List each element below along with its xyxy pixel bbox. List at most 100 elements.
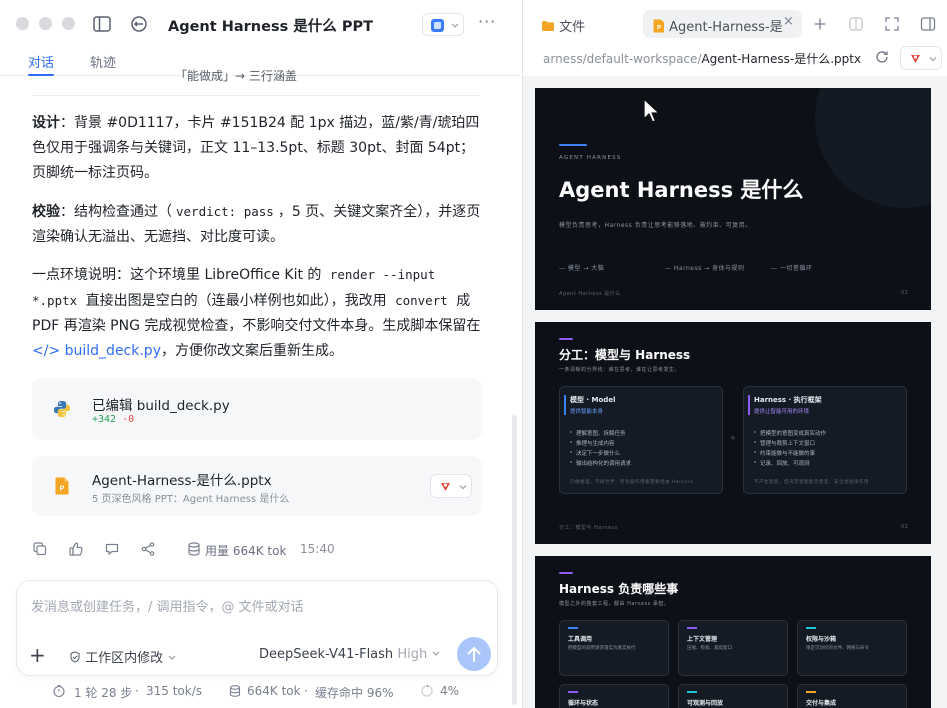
thumbs-up-icon[interactable] xyxy=(68,541,84,557)
slide2-subtitle: 一条清晰的分界线：谁在思考，谁在让思考发生。 xyxy=(559,367,681,373)
python-file-icon xyxy=(52,399,72,419)
chevron-down-icon xyxy=(432,651,440,656)
new-tab-icon[interactable] xyxy=(811,15,829,33)
powerpoint-file-icon: P xyxy=(52,476,72,496)
message-composer: 发消息或创建任务，/ 调用指令，@ 文件或对话 + 工作区内修改 DeepSee… xyxy=(16,580,498,676)
design-text: ：背景 #0D1117，卡片 #151B24 配 1px 描边，蓝/紫/青/琥珀… xyxy=(32,115,480,181)
model-name: DeepSeek-V41-Flash xyxy=(259,647,394,662)
model-item: 理解意图、拆解任务 xyxy=(570,431,626,437)
accent-bar xyxy=(687,691,697,693)
folder-icon xyxy=(542,21,554,31)
zoom-window-button[interactable] xyxy=(62,17,75,30)
slide2-footer: 分工：模型与 Harness xyxy=(559,525,618,531)
svg-text:P: P xyxy=(60,486,65,493)
send-button[interactable] xyxy=(457,637,491,671)
tab-chat[interactable]: 对话 xyxy=(28,52,54,71)
chevron-down-icon xyxy=(168,655,176,660)
slide3-subtitle: 模型之外的整套工程，都由 Harness 承担。 xyxy=(559,601,670,607)
env-text-mid: 直接出图是空白的（连最小样例也如此），我改用 xyxy=(81,293,392,309)
edited-file-title: 已编辑 build_deck.py xyxy=(92,398,230,414)
comment-icon[interactable] xyxy=(104,541,120,557)
title-bar: Agent Harness 是什么 PPT ··· xyxy=(0,0,521,50)
model-select[interactable]: DeepSeek-V41-Flash High xyxy=(259,647,441,662)
env-text-post: ，方便你改文案后重新生成。 xyxy=(160,343,343,359)
harness-item: 把模型的意图变成真实动作 xyxy=(753,431,827,437)
build-deck-link[interactable]: </> build_deck.py xyxy=(32,343,161,359)
harness-item: 记录、回放、可观测 xyxy=(754,461,810,467)
plus-icon: + xyxy=(730,434,736,442)
sidebar-right-icon[interactable] xyxy=(919,15,937,33)
close-tab-icon[interactable]: × xyxy=(783,14,794,29)
edited-file-card[interactable]: 已编辑 build_deck.py +342 -0 xyxy=(32,378,482,440)
env-text-pre: 一点环境说明：这个环境里 LibreOffice Kit 的 xyxy=(32,267,326,283)
slide-2[interactable]: 分工：模型与 Harness 一条清晰的分界线：谁在思考，谁在让思考发生。 模型… xyxy=(535,322,931,544)
tab-files[interactable]: 文件 xyxy=(541,10,585,38)
more-options-button[interactable]: ··· xyxy=(478,12,496,31)
sidebar-toggle-icon[interactable] xyxy=(91,13,113,35)
token-usage: 用量 664K tok xyxy=(205,544,287,558)
open-with-button[interactable] xyxy=(900,46,942,70)
divider xyxy=(32,95,480,96)
share-icon[interactable] xyxy=(140,541,156,557)
accent-bar xyxy=(568,627,578,629)
slide-3[interactable]: Harness 负责哪些事 模型之外的整套工程，都由 Harness 承担。 工… xyxy=(535,556,931,708)
copy-icon[interactable] xyxy=(32,541,48,557)
model-card-title: 模型 · Model xyxy=(570,396,616,404)
path-prefix: arness/default-workspace/ xyxy=(543,52,702,66)
pptx-file-title: Agent-Harness-是什么.pptx xyxy=(92,473,272,489)
harness-item: 管理与裁剪上下文窗口 xyxy=(753,441,816,447)
harness-card-note: 不产生智能，但决定智能能否稳定、安全地发挥作用 xyxy=(754,480,869,485)
status-footer: 1 轮 28 步 · 315 tok/s 664K tok · 缓存命中 96%… xyxy=(52,684,512,702)
turn-count: 1 轮 28 步 xyxy=(74,686,133,700)
add-attachment-button[interactable]: + xyxy=(29,645,46,665)
card-title: 交付与集成 xyxy=(806,700,837,707)
workspace-mode-select[interactable]: 工作区内修改 xyxy=(69,647,177,666)
arrow-up-icon xyxy=(467,647,481,662)
lines-removed: -0 xyxy=(122,414,135,425)
tab-trajectory[interactable]: 轨迹 xyxy=(90,52,116,71)
harness-card-title: Harness · 执行框架 xyxy=(754,396,822,404)
design-paragraph: 设计：背景 #0D1117，卡片 #151B24 配 1px 描边，蓝/紫/青/… xyxy=(32,111,484,186)
harness-item: 约束能做与不能做的事 xyxy=(753,451,816,457)
card-title: 工具调用 xyxy=(568,636,593,643)
open-with-button[interactable] xyxy=(430,474,472,498)
close-window-button[interactable] xyxy=(16,17,29,30)
card-title: 循环与状态 xyxy=(568,700,599,707)
card-title: 上下文管理 xyxy=(687,636,718,643)
check-paragraph: 校验：结构检查通过（ verdict: pass ，5 页、关键文案齐全），并逐页渲… xyxy=(32,199,484,250)
harness-card: Harness · 执行框架 提供让智能可用的环境 把模型的意图变成真实动作 管… xyxy=(743,386,907,494)
slide3-title: Harness 负责哪些事 xyxy=(559,582,679,596)
message-input[interactable]: 发消息或创建任务，/ 调用指令，@ 文件或对话 xyxy=(31,596,304,615)
file-path: arness/default-workspace/Agent-Harness-是… xyxy=(543,50,861,67)
accent-bar xyxy=(559,144,587,146)
slide1-title: Agent Harness 是什么 xyxy=(559,178,804,202)
new-task-icon[interactable] xyxy=(128,13,150,35)
pptx-file-card[interactable]: P Agent-Harness-是什么.pptx 5 页深色风格 PPT：Age… xyxy=(32,456,482,516)
accent-bar xyxy=(806,627,816,629)
tab-pptx-file[interactable]: P Agent-Harness-是 × xyxy=(643,10,802,38)
slide1-subtitle: 模型负责思考，Harness 负责让思考能够落地、被约束、可复用。 xyxy=(559,222,752,229)
split-view-icon[interactable] xyxy=(847,15,865,33)
slide1-kicker: AGENT HARNESS xyxy=(559,155,622,161)
pptx-file-subtitle: 5 页深色风格 PPT：Agent Harness 是什么 xyxy=(92,494,290,505)
card-title: 可观测与回放 xyxy=(687,700,724,707)
lines-added: +342 xyxy=(92,414,117,425)
window-title: Agent Harness 是什么 PPT xyxy=(168,19,373,35)
slide1-key-1: — 模型 → 大脑 xyxy=(559,265,605,272)
path-bar: arness/default-workspace/Agent-Harness-是… xyxy=(523,44,947,72)
fullscreen-icon[interactable] xyxy=(883,15,901,33)
slide-1[interactable]: AGENT HARNESS Agent Harness 是什么 模型负责思考，H… xyxy=(535,88,931,310)
app-switcher-button[interactable] xyxy=(422,13,464,36)
slide-preview[interactable]: AGENT HARNESS Agent Harness 是什么 模型负责思考，H… xyxy=(523,76,947,708)
card-subtitle: 限定可访问的文件、网络与命令 xyxy=(806,646,869,651)
permission-card: 权限与沙箱 限定可访问的文件、网络与命令 xyxy=(797,620,907,676)
database-icon xyxy=(186,541,202,557)
chat-scrollbar[interactable] xyxy=(512,415,517,705)
minimize-window-button[interactable] xyxy=(39,17,52,30)
refresh-icon[interactable] xyxy=(873,48,891,66)
check-text-pre: ：结构检查通过（ xyxy=(60,204,172,220)
slide1-page: 01 xyxy=(901,290,909,296)
accent-bar xyxy=(559,338,573,340)
slide2-title: 分工：模型与 Harness xyxy=(559,348,691,362)
workspace-mode-label: 工作区内修改 xyxy=(85,651,164,666)
